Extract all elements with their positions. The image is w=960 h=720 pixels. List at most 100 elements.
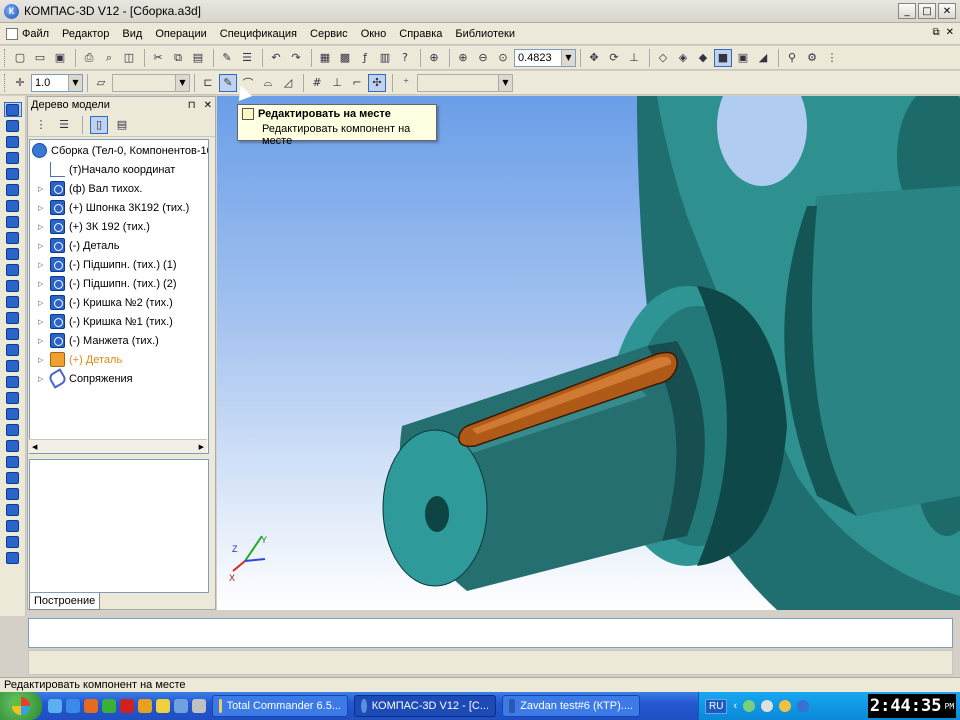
start-button[interactable] [0,692,42,720]
expand-arrow-icon[interactable]: ▷ [38,356,46,364]
toolbar-grip[interactable] [4,73,7,92]
maximize-button[interactable]: □ [918,3,936,19]
tree-item[interactable]: ▷ (+) Шпонка 3К192 (тих.) [38,198,189,217]
tree-item-root[interactable]: Сборка (Тел-0, Компонентов-10) [32,141,208,160]
tree-item[interactable]: ▷ (-) Кришка №1 (тих.) [38,312,173,331]
shaded-icon[interactable]: ■ [714,48,732,67]
palette-mate-icon[interactable] [4,342,22,357]
coordinates-field[interactable]: ▼ [417,73,513,92]
orthogonal-icon[interactable]: ⌐ [348,74,366,92]
zoom-in-icon[interactable]: ⊕ [454,49,472,67]
filters-icon[interactable]: ⚲ [783,49,801,67]
tree-filter-icon[interactable]: ▤ [113,116,131,134]
tab-construction[interactable]: Построение [29,593,101,610]
palette-chamfer-icon[interactable] [4,454,22,469]
palette-cut-icon[interactable] [4,406,22,421]
zoom-out-icon[interactable]: ⊖ [474,49,492,67]
mdi-close-button[interactable]: ✕ [946,27,954,38]
hidden-lines-icon[interactable]: ◈ [674,49,692,67]
task-kompas[interactable]: КОМПАС-3D V12 - [С... [354,695,496,717]
mdi-restore-button[interactable]: ⧉ [932,27,939,38]
menu-view[interactable]: Вид [122,28,142,40]
scroll-left-icon[interactable]: ◀ [32,443,37,451]
menu-libraries[interactable]: Библиотеки [455,28,515,40]
perspective-icon[interactable]: ◢ [754,49,772,67]
copy-icon[interactable]: ⧉ [169,49,187,67]
tree-item[interactable]: ▷ Сопряжения [38,368,133,389]
component-icon[interactable]: ⌓ [259,74,277,92]
print-icon[interactable]: ⎙ [80,49,98,67]
open-folder-icon[interactable]: ▭ [31,49,49,67]
palette-rotate-icon[interactable] [4,326,22,341]
new-document-icon[interactable]: ▢ [11,49,29,67]
properties-icon[interactable]: ☰ [238,49,256,67]
manager-icon[interactable]: ▦ [316,49,334,67]
function-icon[interactable]: ƒ [356,49,374,67]
menu-specification[interactable]: Спецификация [220,28,297,40]
snap-active-icon[interactable]: ✣ [368,73,386,92]
help-icon[interactable]: ? [396,49,414,67]
app-icon[interactable] [138,699,152,713]
expand-arrow-icon[interactable]: ▷ [38,223,46,231]
plane-icon[interactable]: ◿ [279,74,297,92]
palette-dimension-icon[interactable] [4,150,22,165]
shaded-edges-icon[interactable]: ▣ [734,49,752,67]
palette-section-icon[interactable] [4,518,22,533]
network-icon[interactable] [743,700,756,712]
opera-icon[interactable] [120,699,134,713]
tree-list-icon[interactable]: ☰ [55,116,73,134]
expand-arrow-icon[interactable]: ▷ [38,280,46,288]
palette-array-icon[interactable] [4,262,22,277]
tree-view-icon[interactable]: ▯ [90,115,108,134]
expand-arrow-icon[interactable]: ▷ [38,204,46,212]
palette-mirror-icon[interactable] [4,278,22,293]
grid-icon[interactable]: # [308,74,326,92]
task-word[interactable]: Zavdan test#6 (КТР).... [502,695,640,717]
expand-arrow-icon[interactable]: ▷ [38,261,46,269]
variables-icon[interactable]: ▩ [336,49,354,67]
menu-help[interactable]: Справка [399,28,442,40]
clock[interactable]: 2:44:35 PM [868,694,956,718]
copy-properties-icon[interactable]: ◫ [120,49,138,67]
palette-control-icon[interactable] [4,534,22,549]
explorer-icon[interactable] [48,699,62,713]
settings-icon[interactable]: ⚙ [803,49,821,67]
palette-curve-icon[interactable] [4,118,22,133]
model-viewport[interactable]: Y Z X [217,96,960,610]
palette-edit-icon[interactable] [3,102,22,117]
tree-item[interactable]: ▷ (-) Підшипн. (тих.) (1) [38,255,177,274]
tray-expand-icon[interactable]: ‹ [733,700,737,712]
app-tray-icon[interactable] [797,700,810,712]
save-icon[interactable]: ▣ [51,49,69,67]
palette-part-icon[interactable] [4,246,22,261]
palette-rib-icon[interactable] [4,470,22,485]
language-indicator[interactable]: RU [705,698,728,714]
palette-move-icon[interactable] [4,310,22,325]
expand-arrow-icon[interactable]: ▷ [38,375,46,383]
pan-icon[interactable]: ✥ [585,49,603,67]
menu-file[interactable]: Файл [6,27,49,40]
brush-icon[interactable]: ✎ [218,49,236,67]
zoom-scale-icon[interactable]: ⊙ [494,49,512,67]
palette-more-icon[interactable] [4,550,22,565]
expand-arrow-icon[interactable]: ▷ [38,337,46,345]
palette-sheet-icon[interactable] [4,486,22,501]
ie-icon[interactable] [66,699,80,713]
palette-hole-icon[interactable] [4,358,22,373]
palette-shell-icon[interactable] [4,422,22,437]
tree-horizontal-scrollbar[interactable]: ◀ ▶ [29,439,207,453]
palette-fillet-icon[interactable] [4,438,22,453]
palette-assembly-icon[interactable] [4,230,22,245]
tree-item[interactable]: ▷ (ф) Вал тихох. [38,179,142,198]
paste-icon[interactable]: ▤ [189,49,207,67]
close-icon[interactable]: ✕ [204,100,212,111]
tree-item[interactable]: ▷ (-) Деталь [38,236,119,255]
tree-item[interactable]: (т)Начало координат [38,160,175,179]
palette-report-icon[interactable] [4,198,22,213]
zoom-window-icon[interactable]: ⊕ [425,49,443,67]
cut-icon[interactable]: ✂ [149,49,167,67]
menu-window[interactable]: Окно [361,28,387,40]
palette-surface-icon[interactable] [4,374,22,389]
scroll-right-icon[interactable]: ▶ [199,443,204,451]
palette-geometry-icon[interactable] [4,134,22,149]
